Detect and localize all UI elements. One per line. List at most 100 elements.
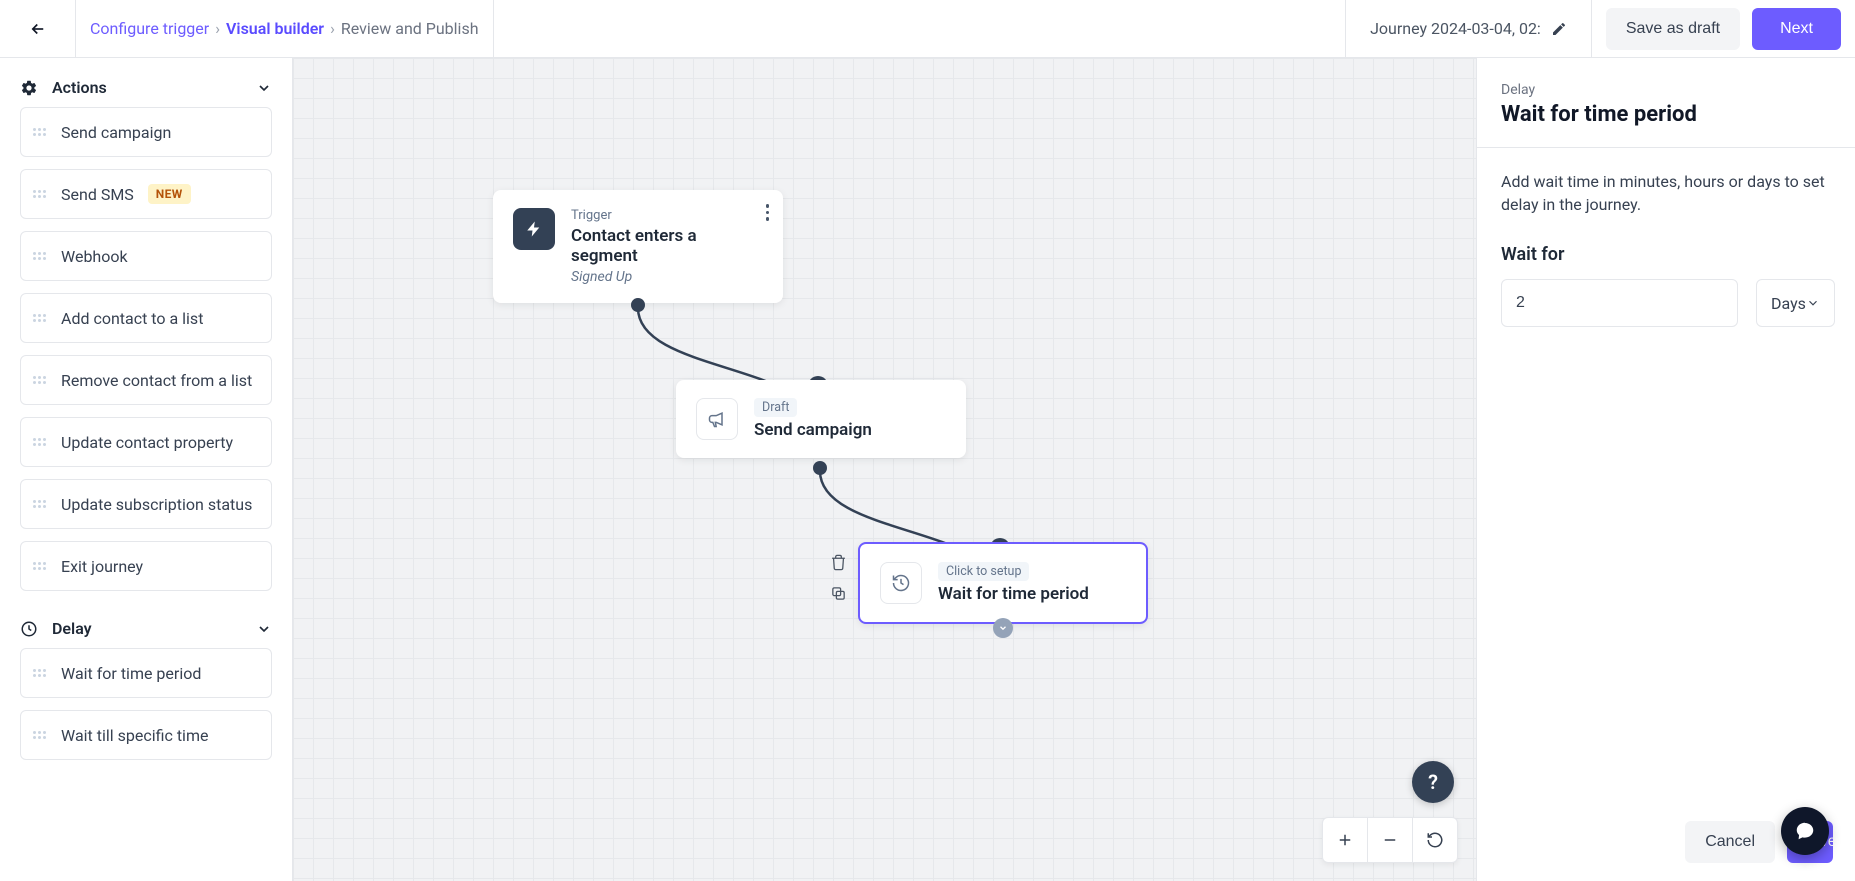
action-webhook[interactable]: Webhook bbox=[20, 231, 272, 281]
connector-dot[interactable] bbox=[631, 298, 645, 312]
chevron-right-icon: › bbox=[330, 19, 335, 38]
delete-node-button[interactable] bbox=[830, 554, 847, 575]
node-wait-time-period[interactable]: Click to setup Wait for time period bbox=[858, 542, 1148, 624]
drag-handle-icon bbox=[33, 122, 47, 142]
action-update-subscription[interactable]: Update subscription status bbox=[20, 479, 272, 529]
sidebar-section-delay[interactable]: Delay bbox=[0, 611, 292, 648]
action-label: Update contact property bbox=[61, 433, 233, 452]
panel-title: Wait for time period bbox=[1501, 102, 1831, 127]
action-label: Update subscription status bbox=[61, 495, 252, 514]
pencil-icon[interactable] bbox=[1551, 21, 1567, 37]
refresh-icon bbox=[1426, 831, 1444, 849]
drag-handle-icon bbox=[33, 556, 47, 576]
zoom-in-button[interactable] bbox=[1323, 818, 1367, 862]
action-update-property[interactable]: Update contact property bbox=[20, 417, 272, 467]
action-send-campaign[interactable]: Send campaign bbox=[20, 107, 272, 157]
cancel-button[interactable]: Cancel bbox=[1685, 821, 1775, 863]
app-header: Configure trigger › Visual builder › Rev… bbox=[0, 0, 1855, 58]
plus-icon bbox=[1336, 831, 1354, 849]
chat-bubble-icon bbox=[1794, 820, 1816, 842]
node-send-campaign[interactable]: Draft Send campaign bbox=[676, 380, 966, 458]
reset-view-button[interactable] bbox=[1413, 818, 1457, 862]
breadcrumb-step-1[interactable]: Configure trigger bbox=[90, 19, 209, 38]
journey-title: Journey 2024-03-04, 02: bbox=[1370, 19, 1541, 38]
node-title: Wait for time period bbox=[938, 584, 1089, 604]
duplicate-icon bbox=[830, 585, 847, 602]
new-badge: NEW bbox=[148, 184, 191, 204]
minus-icon bbox=[1381, 831, 1399, 849]
chat-fab-button[interactable] bbox=[1781, 807, 1829, 855]
wait-for-label: Wait for bbox=[1501, 244, 1831, 265]
history-icon bbox=[880, 562, 922, 604]
lightning-icon bbox=[513, 208, 555, 250]
drag-handle-icon bbox=[33, 432, 47, 452]
help-button[interactable]: ? bbox=[1412, 761, 1454, 803]
drag-handle-icon bbox=[33, 184, 47, 204]
section-title: Delay bbox=[52, 619, 92, 638]
connector-handle[interactable] bbox=[993, 618, 1013, 638]
action-label: Add contact to a list bbox=[61, 309, 203, 328]
main-layout: Actions Send campaign Send SMS NEW Webho… bbox=[0, 58, 1855, 881]
drag-handle-icon bbox=[33, 370, 47, 390]
node-title: Contact enters a segment bbox=[571, 226, 763, 266]
gear-icon bbox=[20, 79, 38, 97]
node-subtitle: Signed Up bbox=[571, 269, 763, 285]
journey-canvas[interactable]: Trigger Contact enters a segment Signed … bbox=[293, 58, 1476, 881]
chevron-down-icon bbox=[256, 80, 272, 96]
node-status-pill: Click to setup bbox=[938, 562, 1029, 581]
panel-eyebrow: Delay bbox=[1501, 82, 1831, 98]
action-label: Send SMS bbox=[61, 185, 134, 204]
clock-icon bbox=[20, 620, 38, 638]
action-label: Exit journey bbox=[61, 557, 143, 576]
header-actions: Save as draft Next bbox=[1592, 0, 1855, 57]
trash-icon bbox=[830, 554, 847, 571]
action-label: Remove contact from a list bbox=[61, 371, 252, 390]
journey-title-cell: Journey 2024-03-04, 02: bbox=[1346, 0, 1592, 57]
breadcrumb: Configure trigger › Visual builder › Rev… bbox=[76, 0, 494, 57]
right-panel: Delay Wait for time period Add wait time… bbox=[1476, 58, 1855, 881]
header-spacer bbox=[494, 0, 1347, 57]
drag-handle-icon bbox=[33, 494, 47, 514]
chevron-down-icon bbox=[1806, 296, 1820, 310]
back-button[interactable] bbox=[0, 0, 76, 57]
node-title: Send campaign bbox=[754, 420, 872, 440]
chevron-right-icon: › bbox=[215, 19, 220, 38]
duplicate-node-button[interactable] bbox=[830, 585, 847, 606]
action-label: Wait for time period bbox=[61, 664, 201, 683]
delay-list: Wait for time period Wait till specific … bbox=[0, 648, 292, 760]
breadcrumb-step-3: Review and Publish bbox=[341, 19, 479, 38]
chevron-down-icon bbox=[256, 621, 272, 637]
drag-handle-icon bbox=[33, 663, 47, 683]
wait-unit-select[interactable]: Days bbox=[1756, 279, 1835, 327]
megaphone-icon bbox=[696, 398, 738, 440]
right-panel-body: Add wait time in minutes, hours or days … bbox=[1477, 148, 1855, 803]
node-trigger[interactable]: Trigger Contact enters a segment Signed … bbox=[493, 190, 783, 303]
right-panel-header: Delay Wait for time period bbox=[1477, 58, 1855, 148]
next-button[interactable]: Next bbox=[1752, 8, 1841, 50]
node-menu-button[interactable] bbox=[766, 204, 770, 221]
breadcrumb-step-2[interactable]: Visual builder bbox=[226, 19, 324, 38]
sidebar-section-actions[interactable]: Actions bbox=[0, 70, 292, 107]
zoom-out-button[interactable] bbox=[1368, 818, 1412, 862]
action-exit-journey[interactable]: Exit journey bbox=[20, 541, 272, 591]
wait-value-input[interactable] bbox=[1501, 279, 1738, 327]
canvas-zoom-toolbar bbox=[1322, 817, 1458, 863]
panel-description: Add wait time in minutes, hours or days … bbox=[1501, 170, 1831, 216]
save-as-draft-button[interactable]: Save as draft bbox=[1606, 8, 1740, 50]
wait-for-row: Days bbox=[1501, 279, 1831, 327]
delay-wait-time-period[interactable]: Wait for time period bbox=[20, 648, 272, 698]
drag-handle-icon bbox=[33, 725, 47, 745]
action-remove-from-list[interactable]: Remove contact from a list bbox=[20, 355, 272, 405]
sidebar: Actions Send campaign Send SMS NEW Webho… bbox=[0, 58, 293, 881]
drag-handle-icon bbox=[33, 308, 47, 328]
connector-dot[interactable] bbox=[813, 461, 827, 475]
action-send-sms[interactable]: Send SMS NEW bbox=[20, 169, 272, 219]
node-side-controls bbox=[830, 554, 847, 606]
action-add-to-list[interactable]: Add contact to a list bbox=[20, 293, 272, 343]
arrow-left-icon bbox=[29, 20, 47, 38]
node-status-pill: Draft bbox=[754, 398, 797, 417]
section-title: Actions bbox=[52, 78, 107, 97]
action-label: Send campaign bbox=[61, 123, 171, 142]
delay-wait-specific-time[interactable]: Wait till specific time bbox=[20, 710, 272, 760]
node-tag: Trigger bbox=[571, 208, 763, 223]
